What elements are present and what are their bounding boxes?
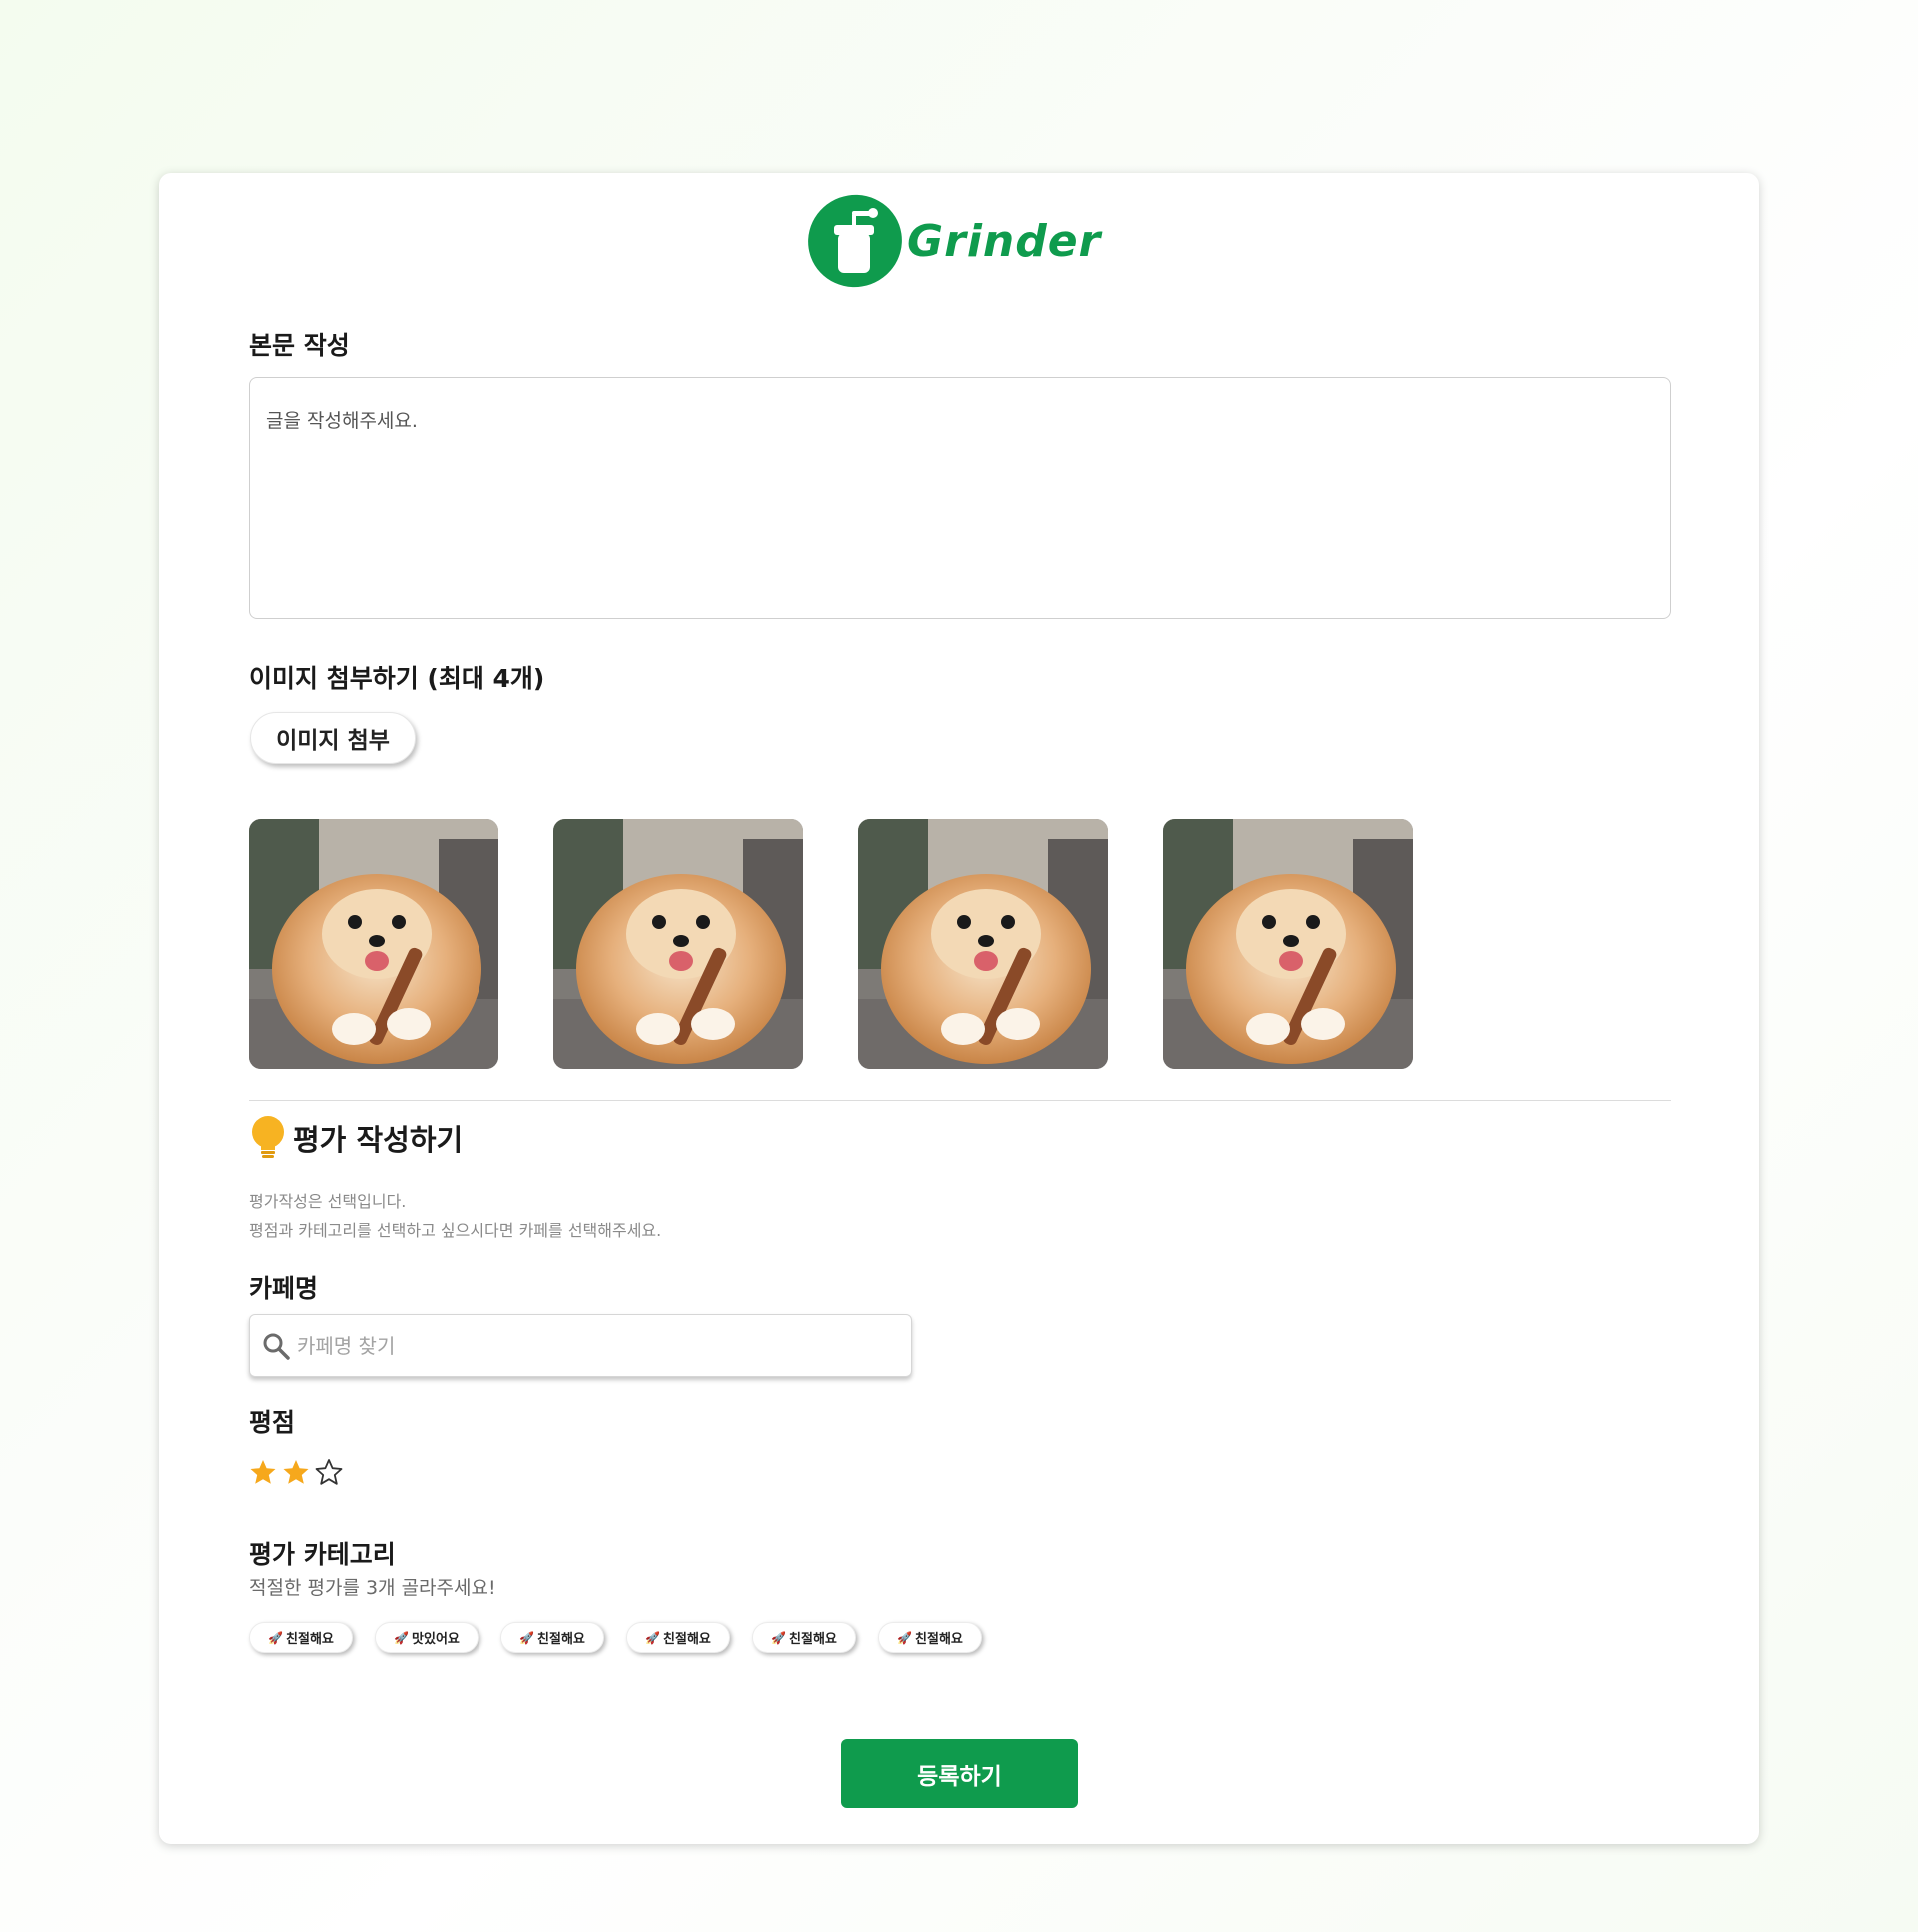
brand-name: Grinder: [907, 215, 1102, 267]
dog-photo: [858, 819, 1108, 1069]
section-divider: [249, 1100, 1671, 1101]
rocket-icon: 🚀: [897, 1630, 913, 1645]
category-chip[interactable]: 🚀 친절해요: [249, 1622, 353, 1653]
image-attach-label: 이미지 첨부하기 (최대 4개): [249, 664, 545, 693]
rocket-icon: 🚀: [394, 1630, 410, 1645]
category-chip[interactable]: 🚀 맛있어요: [375, 1622, 479, 1653]
grinder-logo-icon: [808, 194, 902, 288]
category-label: 평가 카테고리: [249, 1540, 396, 1569]
image-thumbnail[interactable]: [1163, 819, 1413, 1069]
search-icon: [263, 1333, 290, 1360]
content-textarea[interactable]: [249, 377, 1671, 619]
rating-label: 평점: [249, 1408, 296, 1437]
image-thumbnail[interactable]: [553, 819, 803, 1069]
cafe-search-box: [249, 1314, 912, 1377]
rocket-icon: 🚀: [268, 1630, 284, 1645]
category-chip-label: 친절해요: [537, 1632, 585, 1647]
category-chip[interactable]: 🚀 친절해요: [752, 1622, 856, 1653]
category-subtitle: 적절한 평가를 3개 골라주세요!: [249, 1577, 496, 1599]
category-chip-label: 친절해요: [915, 1632, 963, 1647]
cafe-name-label: 카페명: [249, 1274, 319, 1303]
star-filled-icon[interactable]: [282, 1458, 310, 1486]
category-chip-label: 친절해요: [789, 1632, 837, 1647]
review-section-header: 평가 작성하기: [249, 1115, 463, 1161]
attach-image-button[interactable]: 이미지 첨부: [250, 712, 416, 764]
category-chip[interactable]: 🚀 친절해요: [626, 1622, 730, 1653]
dog-photo: [1163, 819, 1413, 1069]
star-empty-icon[interactable]: [315, 1458, 343, 1486]
lightbulb-icon: [252, 1116, 284, 1158]
category-chip-label: 친절해요: [286, 1632, 334, 1647]
image-thumbnail[interactable]: [858, 819, 1108, 1069]
review-help-line-1: 평가작성은 선택입니다.: [249, 1192, 407, 1211]
dog-photo: [249, 819, 498, 1069]
image-thumbnail[interactable]: [249, 819, 498, 1069]
grinder-logo: Grinder: [807, 193, 1100, 289]
category-chip[interactable]: 🚀 친절해요: [500, 1622, 604, 1653]
review-title: 평가 작성하기: [293, 1123, 464, 1157]
rocket-icon: 🚀: [645, 1630, 661, 1645]
dog-photo: [553, 819, 803, 1069]
category-chip[interactable]: 🚀 친절해요: [878, 1622, 982, 1653]
rating-stars: [249, 1458, 348, 1486]
submit-button[interactable]: 등록하기: [841, 1739, 1078, 1808]
category-chip-label: 친절해요: [663, 1632, 711, 1647]
rocket-icon: 🚀: [519, 1630, 535, 1645]
review-help-line-2: 평점과 카테고리를 선택하고 싶으시다면 카페를 선택해주세요.: [249, 1221, 662, 1240]
star-filled-icon[interactable]: [249, 1458, 277, 1486]
content-label: 본문 작성: [249, 331, 350, 360]
category-chip-label: 맛있어요: [412, 1632, 460, 1647]
cafe-search-input[interactable]: [297, 1325, 896, 1366]
rocket-icon: 🚀: [771, 1630, 787, 1645]
